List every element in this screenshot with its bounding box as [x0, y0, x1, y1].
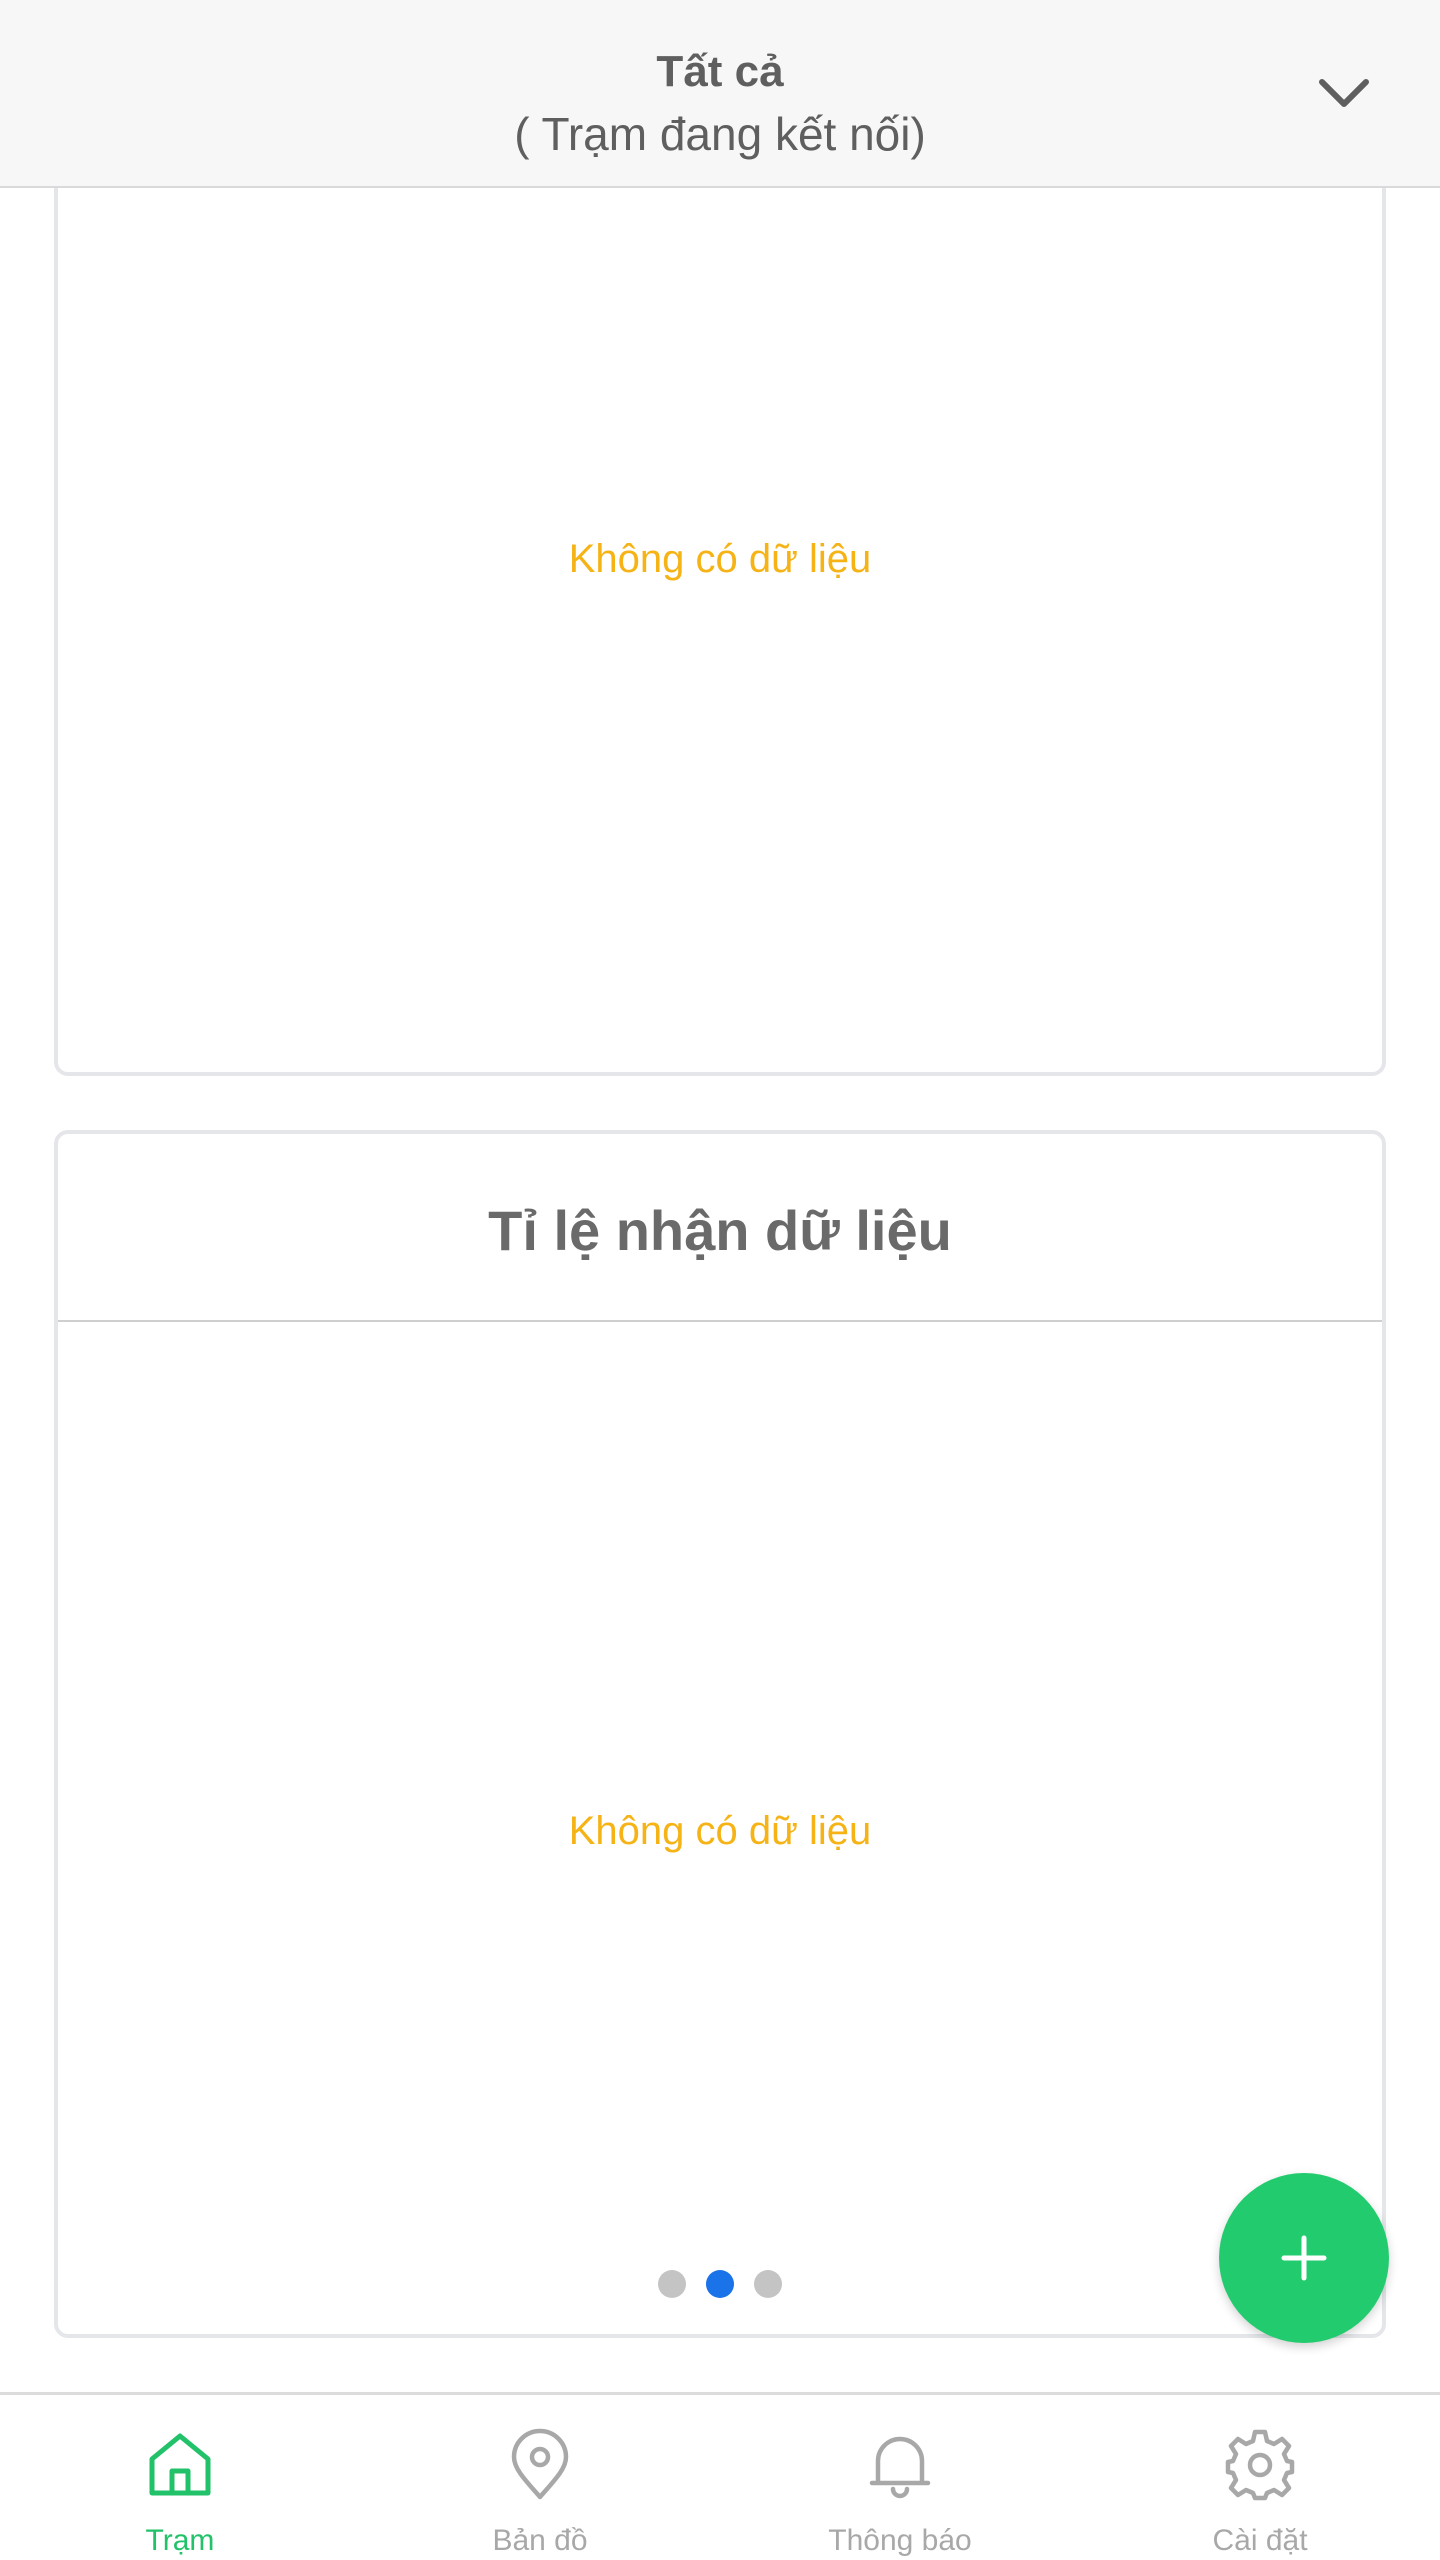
nav-item-cai-dat[interactable]: Cài đặt	[1080, 2395, 1440, 2560]
nav-label: Bản đồ	[492, 2524, 588, 2557]
empty-data-message: Không có dữ liệu	[568, 537, 872, 581]
bottom-nav: Trạm Bản đồ Thông báo Cài đặt	[0, 2392, 1440, 2560]
nav-label: Trạm	[145, 2524, 215, 2557]
empty-data-message: Không có dữ liệu	[568, 1809, 872, 1853]
pager-dot[interactable]	[754, 2270, 782, 2298]
nav-item-ban-do[interactable]: Bản đồ	[360, 2395, 720, 2560]
card-title: Tỉ lệ nhận dữ liệu	[488, 1199, 952, 1262]
map-pin-icon	[511, 2428, 569, 2500]
page-subtitle: ( Trạm đang kết nối)	[514, 108, 926, 160]
card-divider	[58, 1320, 1382, 1322]
plus-icon	[1281, 2235, 1327, 2281]
nav-label: Thông báo	[828, 2524, 972, 2557]
nav-item-tram[interactable]: Trạm	[0, 2395, 360, 2560]
pager-dot-active[interactable]	[706, 2270, 734, 2298]
pager-dots	[58, 2270, 1382, 2298]
gear-icon	[1225, 2429, 1295, 2501]
nav-label: Cài đặt	[1212, 2524, 1308, 2557]
page-title: Tất cả	[656, 47, 784, 96]
header: Tất cả ( Trạm đang kết nối)	[0, 0, 1440, 188]
chevron-down-icon[interactable]	[1312, 66, 1376, 118]
nav-item-thong-bao[interactable]: Thông báo	[720, 2395, 1080, 2560]
home-icon	[149, 2433, 211, 2496]
bell-icon	[869, 2436, 931, 2499]
add-button[interactable]	[1219, 2173, 1389, 2343]
chart-card-previous: Không có dữ liệu	[54, 150, 1386, 1076]
app-screen: Tất cả ( Trạm đang kết nối) Không có dữ …	[0, 0, 1440, 2560]
chart-card-data-rate[interactable]: Tỉ lệ nhận dữ liệu Không có dữ liệu	[54, 1130, 1386, 2338]
pager-dot[interactable]	[658, 2270, 686, 2298]
